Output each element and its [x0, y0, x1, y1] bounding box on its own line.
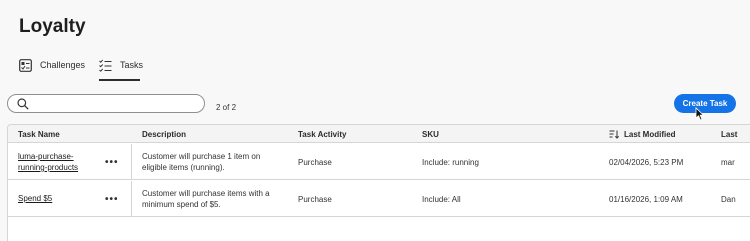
- task-last-modified: 02/04/2026, 5:23 PM: [609, 158, 684, 167]
- task-description: Customer will purchase items with a mini…: [142, 189, 270, 209]
- column-header-task-activity[interactable]: Task Activity: [298, 130, 346, 139]
- column-header-last-modified[interactable]: Last Modified: [624, 130, 676, 139]
- list-checks-icon: [99, 59, 112, 72]
- more-actions-icon[interactable]: •••: [105, 157, 119, 168]
- tasks-table: Task Name Description Task Activity SKU …: [7, 124, 750, 241]
- task-last-cell: mar: [721, 158, 735, 167]
- task-sku: Include: All: [422, 195, 461, 204]
- task-name-link[interactable]: Spend $5: [18, 193, 84, 204]
- task-name-link[interactable]: luma-purchase-running-products: [18, 151, 84, 173]
- task-sku: Include: running: [422, 158, 479, 167]
- task-description: Customer will purchase 1 item on eligibl…: [142, 152, 261, 172]
- tab-label: Tasks: [120, 60, 144, 70]
- task-name-cell: luma-purchase-running-products •••: [8, 144, 132, 180]
- task-activity: Purchase: [298, 158, 332, 167]
- mouse-cursor-icon: [695, 107, 705, 121]
- create-task-button[interactable]: Create Task: [674, 94, 736, 113]
- table-header: Task Name Description Task Activity SKU …: [8, 125, 750, 143]
- column-header-task-name[interactable]: Task Name: [18, 130, 60, 139]
- column-header-sku[interactable]: SKU: [422, 130, 439, 139]
- task-last-cell: Dan: [721, 195, 736, 204]
- result-count: 2 of 2: [216, 103, 237, 112]
- column-header-last[interactable]: Last: [721, 130, 737, 139]
- tab-challenges[interactable]: Challenges: [19, 57, 85, 81]
- task-activity: Purchase: [298, 195, 332, 204]
- task-name-cell: Spend $5 •••: [8, 181, 132, 217]
- search-input[interactable]: [34, 97, 194, 110]
- tab-label: Challenges: [40, 60, 86, 70]
- sort-descending-icon[interactable]: [609, 130, 620, 139]
- search-field[interactable]: [7, 94, 205, 113]
- table-row[interactable]: Spend $5 ••• Customer will purchase item…: [8, 181, 750, 217]
- column-header-description[interactable]: Description: [142, 130, 186, 139]
- page-title: Loyalty: [19, 16, 86, 37]
- tab-selected-indicator: [99, 79, 140, 81]
- more-actions-icon[interactable]: •••: [105, 194, 119, 205]
- table-row[interactable]: luma-purchase-running-products ••• Custo…: [8, 144, 750, 180]
- tab-tasks[interactable]: Tasks: [99, 57, 143, 81]
- search-icon: [17, 98, 29, 110]
- task-last-modified: 01/16/2026, 1:09 AM: [609, 195, 683, 204]
- challenges-icon: [19, 59, 32, 72]
